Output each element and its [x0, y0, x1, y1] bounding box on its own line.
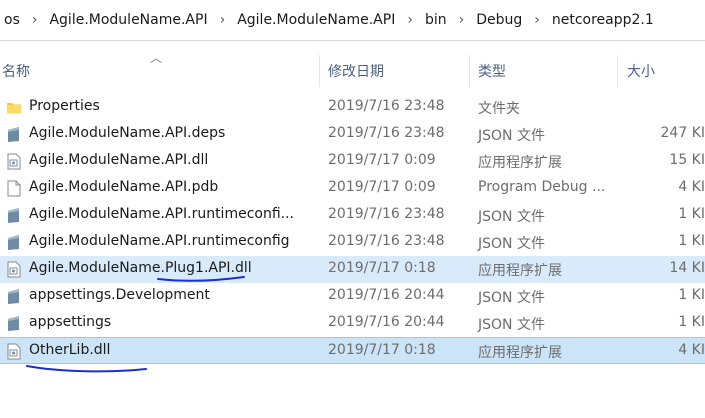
column-header-row: ︿ 名称 修改日期 类型 大小: [0, 51, 705, 89]
file-row[interactable]: appsettings 2019/7/16 20:44 JSON 文件 1 KI: [0, 310, 705, 337]
chevron-right-icon[interactable]: ›: [399, 12, 421, 28]
file-date: 2019/7/17 0:18: [328, 342, 436, 358]
file-type: Program Debug ...: [478, 179, 606, 195]
json-file-icon: [8, 316, 19, 331]
file-date: 2019/7/16 20:44: [328, 314, 445, 330]
sort-ascending-icon: ︿: [150, 51, 163, 65]
dll-file-icon: [7, 261, 21, 278]
file-row[interactable]: Agile.ModuleName.API.dll 2019/7/17 0:09 …: [0, 148, 705, 175]
file-name: Agile.ModuleName.API.runtimeconfig: [29, 233, 290, 249]
chevron-right-icon[interactable]: ›: [451, 12, 473, 28]
breadcrumb-item[interactable]: os: [0, 12, 24, 28]
file-type: JSON 文件: [478, 290, 545, 306]
file-name: Agile.ModuleName.API.runtimeconfi...: [29, 206, 295, 222]
breadcrumb-item[interactable]: bin: [421, 12, 451, 28]
json-file-icon: [8, 208, 19, 223]
file-type: JSON 文件: [478, 236, 545, 252]
file-row[interactable]: Agile.ModuleName.API.pdb 2019/7/17 0:09 …: [0, 175, 705, 202]
file-type: JSON 文件: [478, 209, 545, 225]
breadcrumb-item[interactable]: Debug: [472, 12, 526, 28]
file-size: 4 KI: [678, 179, 705, 195]
breadcrumb-item[interactable]: Agile.ModuleName.API: [45, 12, 211, 28]
file-list: Properties 2019/7/16 23:48 文件夹 Agile.Mod…: [0, 94, 705, 364]
file-type: 应用程序扩展: [478, 155, 562, 171]
file-date: 2019/7/16 23:48: [328, 98, 445, 114]
chevron-right-icon[interactable]: ›: [212, 12, 234, 28]
column-divider[interactable]: [469, 55, 470, 87]
blank-file-icon: [7, 180, 21, 197]
column-divider[interactable]: [617, 55, 618, 87]
file-name: Agile.ModuleName.API.dll: [29, 152, 209, 168]
file-date: 2019/7/16 23:48: [328, 125, 445, 141]
json-file-icon: [8, 127, 19, 142]
file-row-selected[interactable]: Agile.ModuleName.Plug1.API.dll 2019/7/17…: [0, 256, 705, 283]
file-date: 2019/7/16 20:44: [328, 287, 445, 303]
breadcrumb-item[interactable]: netcoreapp2.1: [548, 12, 658, 28]
json-file-icon: [8, 235, 19, 250]
file-name: Agile.ModuleName.Plug1.API.dll: [29, 260, 252, 276]
file-size: 14 KI: [669, 260, 705, 276]
chevron-right-icon[interactable]: ›: [24, 12, 46, 28]
file-type: 应用程序扩展: [478, 345, 562, 361]
file-row[interactable]: appsettings.Development 2019/7/16 20:44 …: [0, 283, 705, 310]
file-name: Agile.ModuleName.API.pdb: [29, 179, 219, 195]
file-row[interactable]: Properties 2019/7/16 23:48 文件夹: [0, 94, 705, 121]
dll-file-icon: [7, 153, 21, 170]
file-row[interactable]: Agile.ModuleName.API.deps 2019/7/16 23:4…: [0, 121, 705, 148]
column-header-name[interactable]: 名称: [2, 61, 30, 81]
file-size: 1 KI: [678, 233, 705, 249]
file-size: 247 KI: [660, 125, 705, 141]
file-date: 2019/7/16 23:48: [328, 206, 445, 222]
column-header-date[interactable]: 修改日期: [328, 61, 384, 81]
column-header-size[interactable]: 大小: [627, 61, 655, 81]
file-type: JSON 文件: [478, 317, 545, 333]
breadcrumb: os › Agile.ModuleName.API › Agile.Module…: [0, 0, 705, 41]
file-date: 2019/7/17 0:18: [328, 260, 436, 276]
file-name: appsettings.Development: [29, 287, 210, 303]
file-row-selected[interactable]: OtherLib.dll 2019/7/17 0:18 应用程序扩展 4 KI: [0, 337, 705, 364]
file-row[interactable]: Agile.ModuleName.API.runtimeconfi... 201…: [0, 202, 705, 229]
file-size: 1 KI: [678, 287, 705, 303]
column-header-type[interactable]: 类型: [478, 61, 506, 81]
column-divider[interactable]: [319, 55, 320, 87]
file-size: 1 KI: [678, 314, 705, 330]
file-row[interactable]: Agile.ModuleName.API.runtimeconfig 2019/…: [0, 229, 705, 256]
file-date: 2019/7/16 23:48: [328, 233, 445, 249]
file-date: 2019/7/17 0:09: [328, 152, 436, 168]
file-size: 15 KI: [669, 152, 705, 168]
file-date: 2019/7/17 0:09: [328, 179, 436, 195]
folder-icon: [7, 103, 21, 114]
file-name: Agile.ModuleName.API.deps: [29, 125, 226, 141]
file-name: OtherLib.dll: [29, 342, 111, 358]
underline-otherlib-annotation: [26, 365, 147, 373]
file-type: JSON 文件: [478, 128, 545, 144]
dll-file-icon: [7, 343, 21, 360]
breadcrumb-item[interactable]: Agile.ModuleName.API: [233, 12, 399, 28]
file-size: 4 KI: [678, 342, 705, 358]
file-name: appsettings: [29, 314, 112, 330]
file-name: Properties: [29, 98, 100, 114]
file-size: 1 KI: [678, 206, 705, 222]
json-file-icon: [8, 289, 19, 304]
file-type: 文件夹: [478, 101, 520, 117]
file-type: 应用程序扩展: [478, 263, 562, 279]
chevron-right-icon[interactable]: ›: [526, 12, 548, 28]
